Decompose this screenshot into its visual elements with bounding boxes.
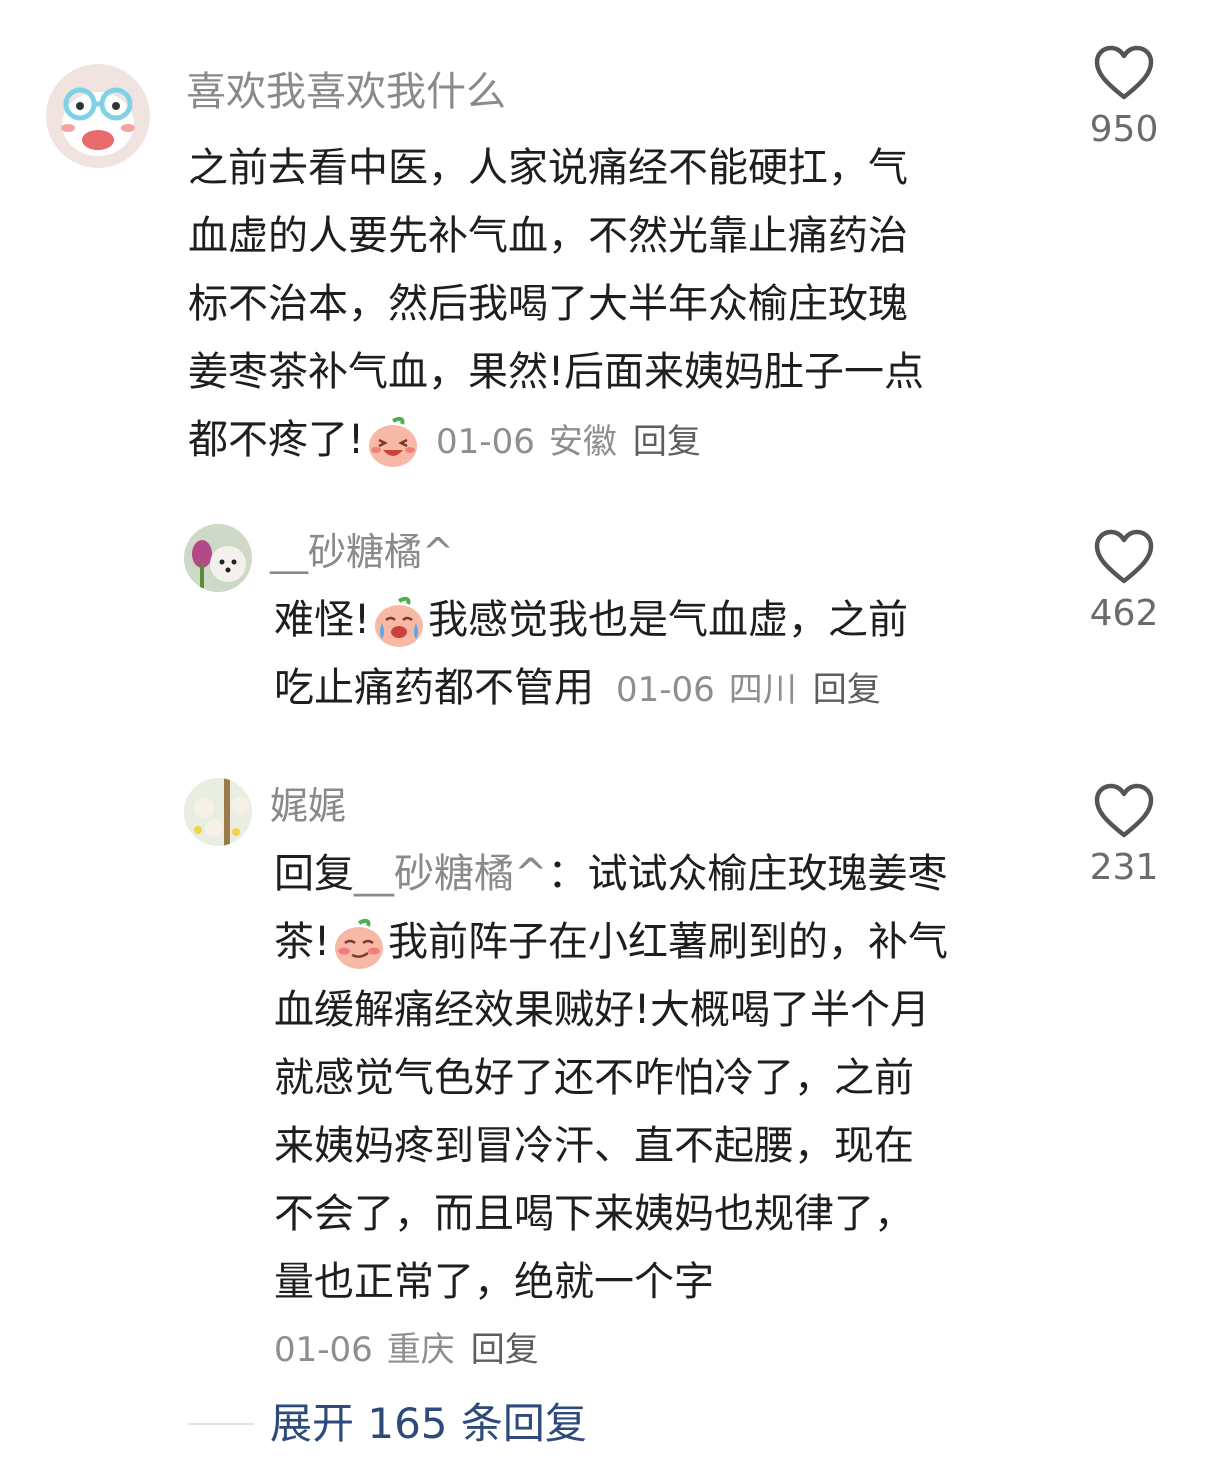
- avatar[interactable]: [46, 64, 150, 168]
- avatar-cartoon-icon: [46, 64, 150, 168]
- reply-text-line: 茶! 我前阵子在小红薯刷到的，补气: [274, 908, 1054, 976]
- comment-location: 安徽: [548, 422, 617, 462]
- avatar-illustration-icon: [184, 778, 252, 846]
- avatar[interactable]: [184, 524, 252, 592]
- comment-meta: 01-06 重庆 回复: [274, 1320, 1054, 1378]
- reply-username[interactable]: 娓娓: [270, 782, 346, 830]
- reply-text-fragment: 我感觉我也是气血虚，之前: [428, 597, 909, 643]
- avatar[interactable]: [184, 778, 252, 846]
- like-button[interactable]: 231: [1064, 782, 1184, 890]
- comment-text-line: 标不治本，然后我喝了大半年众榆庄玫瑰: [188, 281, 908, 327]
- laughing-emoji-icon: [366, 415, 420, 469]
- comment-text-line: 之前去看中医，人家说痛经不能硬扛，气: [188, 145, 908, 191]
- reply-text: 回复__砂糖橘^：试试众榆庄玫瑰姜枣 茶! 我前阵子在小红薯刷到的，补气 血缓解…: [274, 840, 1054, 1378]
- like-count: 950: [1089, 109, 1159, 150]
- reply-text-line: 回复__砂糖橘^：试试众榆庄玫瑰姜枣: [274, 840, 1054, 908]
- comment-location: 重庆: [386, 1330, 455, 1370]
- reply-button[interactable]: 回复: [813, 670, 881, 710]
- comment-text-line: 姜枣茶补气血，果然!后面来姨妈肚子一点: [188, 349, 925, 395]
- reply-text-line: 难怪! 我感觉我也是气血虚，之前: [274, 586, 1034, 654]
- heart-icon: [1094, 45, 1154, 100]
- reply-button[interactable]: 回复: [633, 422, 701, 462]
- reply-text-line: 量也正常了，绝就一个字: [274, 1259, 714, 1305]
- comment-date: 01-06: [274, 1330, 373, 1370]
- like-count: 462: [1089, 593, 1159, 634]
- comment-text-line: 都不疼了! 01-06 安徽 回复: [188, 406, 1038, 476]
- comment-text-fragment: 都不疼了!: [188, 417, 365, 463]
- heart-icon: [1094, 529, 1154, 584]
- reply-text: 难怪! 我感觉我也是气血虚，之前 吃止痛药都不管用 01-06 四川 回复: [274, 586, 1034, 724]
- like-button[interactable]: 462: [1064, 528, 1184, 636]
- avatar-dog-icon: [184, 524, 252, 592]
- reply-prefix: 回复: [274, 851, 354, 897]
- expand-replies-button[interactable]: 展开 165 条回复: [270, 1398, 587, 1450]
- comment-date: 01-06: [436, 422, 535, 462]
- reply-button[interactable]: 回复: [471, 1330, 539, 1370]
- reply-text-line: 血缓解痛经效果贼好!大概喝了半个月: [274, 987, 931, 1033]
- comment-location: 四川: [728, 670, 797, 710]
- reply-username[interactable]: __砂糖橘^: [270, 528, 454, 576]
- comment-text: 之前去看中医，人家说痛经不能硬扛，气 血虚的人要先补气血，不然光靠止痛药治 标不…: [188, 134, 1038, 476]
- comment-text-line: 血虚的人要先补气血，不然光靠止痛药治: [188, 213, 908, 259]
- heart-icon: [1094, 783, 1154, 838]
- crying-laughing-emoji-icon: [372, 595, 426, 649]
- reply-text-line: 不会了，而且喝下来姨妈也规律了，: [274, 1191, 914, 1237]
- reply-text-line: 吃止痛药都不管用 01-06 四川 回复: [274, 654, 1034, 724]
- reply-text-fragment: 我前阵子在小红薯刷到的，补气: [388, 919, 949, 965]
- reply-to-username[interactable]: __砂糖橘^: [354, 851, 548, 897]
- comment-username[interactable]: 喜欢我喜欢我什么: [186, 68, 506, 116]
- expand-divider: [188, 1423, 254, 1425]
- reply-text-fragment: 难怪!: [274, 597, 371, 643]
- reply-text-line: 来姨妈疼到冒冷汗、直不起腰，现在: [274, 1123, 914, 1169]
- reply-text-fragment: 吃止痛药都不管用: [274, 665, 594, 711]
- reply-text-fragment: ：试试众榆庄玫瑰姜枣: [547, 851, 948, 897]
- like-count: 231: [1089, 847, 1159, 888]
- reply-text-fragment: 茶!: [274, 919, 331, 965]
- like-button[interactable]: 950: [1064, 44, 1184, 152]
- comment-date: 01-06: [616, 670, 715, 710]
- smirk-emoji-icon: [332, 917, 386, 971]
- reply-text-line: 就感觉气色好了还不咋怕冷了，之前: [274, 1055, 914, 1101]
